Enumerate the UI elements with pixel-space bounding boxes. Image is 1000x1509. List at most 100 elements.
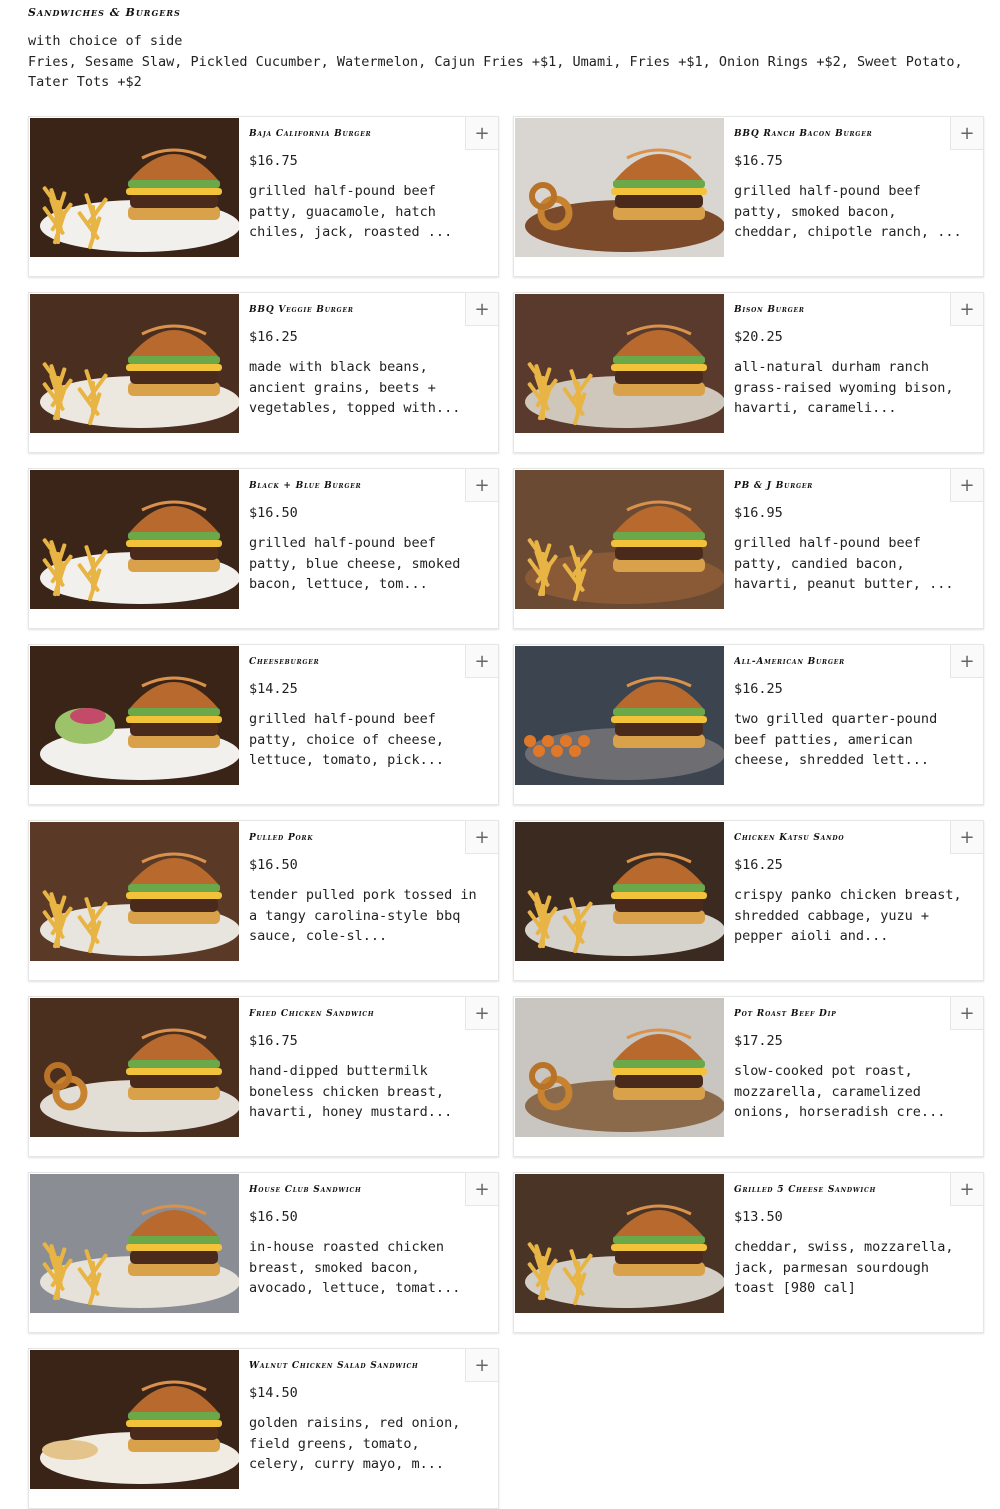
menu-item-photo[interactable] [30,1174,239,1313]
menu-item-card[interactable]: BBQ Veggie Burger $16.25 made with black… [28,292,499,453]
menu-item-info: Walnut Chicken Salad Sandwich $14.50 gol… [249,1361,460,1475]
add-to-cart-button[interactable]: + [465,1173,498,1206]
menu-item-description: grilled half-pound beef patty, blue chee… [249,535,461,592]
menu-item-card[interactable]: Bison Burger $20.25 all-natural durham r… [513,292,984,453]
add-to-cart-button[interactable]: + [465,469,498,502]
menu-item-name: Cheeseburger [249,657,320,667]
menu-item-card[interactable]: Cheeseburger $14.25 grilled half-pound b… [28,644,499,805]
menu-item-price: $16.50 [249,1209,298,1225]
add-to-cart-button[interactable]: + [465,821,498,854]
menu-item-photo[interactable] [30,470,239,609]
menu-item-name: Walnut Chicken Salad Sandwich [249,1361,419,1371]
menu-item-info: Fried Chicken Sandwich $16.75 hand-dippe… [249,1009,459,1123]
add-to-cart-button[interactable]: + [950,1173,983,1206]
add-to-cart-button[interactable]: + [465,997,498,1030]
menu-item-photo[interactable] [515,118,724,257]
add-to-cart-button[interactable]: + [950,645,983,678]
menu-item-description: slow-cooked pot roast, mozzarella, caram… [734,1063,946,1120]
menu-item-photo[interactable] [515,1174,724,1313]
menu-item-photo[interactable] [30,294,239,433]
menu-item-price: $16.75 [734,153,783,169]
add-to-cart-button[interactable]: + [465,117,498,150]
menu-item-photo[interactable] [30,646,239,785]
add-to-cart-button[interactable]: + [950,293,983,326]
add-to-cart-button[interactable]: + [950,821,983,854]
menu-item-name: Pot Roast Beef Dip [734,1009,837,1019]
menu-item-info: Chicken Katsu Sando $16.25 crispy panko … [734,833,962,947]
menu-item-name: Chicken Katsu Sando [734,833,845,843]
menu-item-info: Bison Burger $20.25 all-natural durham r… [734,305,953,419]
menu-item-price: $14.50 [249,1385,298,1401]
menu-item-card[interactable]: PB & J Burger $16.95 grilled half-pound … [513,468,984,629]
menu-item-card[interactable]: Pot Roast Beef Dip $17.25 slow-cooked po… [513,996,984,1157]
section-subtitle: with choice of side Fries, Sesame Slaw, … [28,31,978,93]
menu-item-card[interactable]: Walnut Chicken Salad Sandwich $14.50 gol… [28,1348,499,1509]
menu-item-info: All-American Burger $16.25 two grilled q… [734,657,944,771]
menu-item-price: $16.75 [249,153,298,169]
menu-item-card[interactable]: Black + Blue Burger $16.50 grilled half-… [28,468,499,629]
menu-item-price: $16.50 [249,857,298,873]
menu-item-info: BBQ Veggie Burger $16.25 made with black… [249,305,460,419]
menu-item-description: crispy panko chicken breast, shredded ca… [734,887,962,944]
menu-item-price: $16.95 [734,505,783,521]
menu-item-name: House Club Sandwich [249,1185,362,1195]
add-to-cart-button[interactable]: + [950,469,983,502]
menu-item-description: golden raisins, red onion, field greens,… [249,1415,461,1472]
menu-item-description: cheddar, swiss, mozzarella, jack, parmes… [734,1239,954,1296]
menu-item-photo[interactable] [30,822,239,961]
menu-item-price: $16.25 [734,681,783,697]
menu-item-photo[interactable] [515,470,724,609]
menu-item-photo[interactable] [515,294,724,433]
menu-item-price: $20.25 [734,329,783,345]
menu-item-card[interactable]: Pulled Pork $16.50 tender pulled pork to… [28,820,499,981]
menu-item-info: Cheeseburger $14.25 grilled half-pound b… [249,657,459,771]
menu-item-card[interactable]: All-American Burger $16.25 two grilled q… [513,644,984,805]
menu-item-description: tender pulled pork tossed in a tangy car… [249,887,477,944]
menu-item-name: Baja California Burger [249,129,372,139]
menu-item-description: grilled half-pound beef patty, guacamole… [249,183,453,240]
menu-item-name: BBQ Veggie Burger [249,305,354,315]
menu-item-price: $16.25 [734,857,783,873]
menu-item-card[interactable]: Baja California Burger $16.75 grilled ha… [28,116,499,277]
menu-item-info: PB & J Burger $16.95 grilled half-pound … [734,481,953,595]
add-to-cart-button[interactable]: + [950,117,983,150]
menu-grid: Baja California Burger $16.75 grilled ha… [28,116,984,1509]
menu-item-info: House Club Sandwich $16.50 in-house roas… [249,1185,460,1299]
menu-item-name: Bison Burger [734,305,805,315]
menu-item-name: Pulled Pork [249,833,314,843]
menu-item-description: grilled half-pound beef patty, choice of… [249,711,445,768]
menu-item-card[interactable]: Grilled 5 Cheese Sandwich $13.50 cheddar… [513,1172,984,1333]
menu-item-name: BBQ Ranch Bacon Burger [734,129,873,139]
menu-item-price: $17.25 [734,1033,783,1049]
add-to-cart-button[interactable]: + [465,1349,498,1382]
menu-item-price: $13.50 [734,1209,783,1225]
side-options: Fries, Sesame Slaw, Pickled Cucumber, Wa… [28,53,963,91]
menu-item-info: Black + Blue Burger $16.50 grilled half-… [249,481,460,595]
menu-item-photo[interactable] [30,1350,239,1489]
menu-item-info: BBQ Ranch Bacon Burger $16.75 grilled ha… [734,129,962,243]
menu-item-photo[interactable] [30,998,239,1137]
menu-item-info: Baja California Burger $16.75 grilled ha… [249,129,459,243]
menu-item-photo[interactable] [515,998,724,1137]
menu-item-description: hand-dipped buttermilk boneless chicken … [249,1063,453,1120]
menu-item-card[interactable]: Fried Chicken Sandwich $16.75 hand-dippe… [28,996,499,1157]
menu-item-card[interactable]: BBQ Ranch Bacon Burger $16.75 grilled ha… [513,116,984,277]
menu-item-photo[interactable] [515,646,724,785]
menu-item-photo[interactable] [515,822,724,961]
menu-item-info: Grilled 5 Cheese Sandwich $13.50 cheddar… [734,1185,953,1299]
menu-item-name: Black + Blue Burger [249,481,362,491]
menu-item-price: $16.50 [249,505,298,521]
menu-item-photo[interactable] [30,118,239,257]
add-to-cart-button[interactable]: + [465,645,498,678]
menu-item-card[interactable]: House Club Sandwich $16.50 in-house roas… [28,1172,499,1333]
add-to-cart-button[interactable]: + [465,293,498,326]
menu-item-description: grilled half-pound beef patty, candied b… [734,535,954,592]
menu-item-info: Pulled Pork $16.50 tender pulled pork to… [249,833,477,947]
menu-item-description: grilled half-pound beef patty, smoked ba… [734,183,962,240]
add-to-cart-button[interactable]: + [950,997,983,1030]
menu-item-name: PB & J Burger [734,481,814,491]
menu-item-price: $16.75 [249,1033,298,1049]
menu-item-card[interactable]: Chicken Katsu Sando $16.25 crispy panko … [513,820,984,981]
menu-item-description: two grilled quarter-pound beef patties, … [734,711,938,768]
menu-item-name: Fried Chicken Sandwich [249,1009,375,1019]
